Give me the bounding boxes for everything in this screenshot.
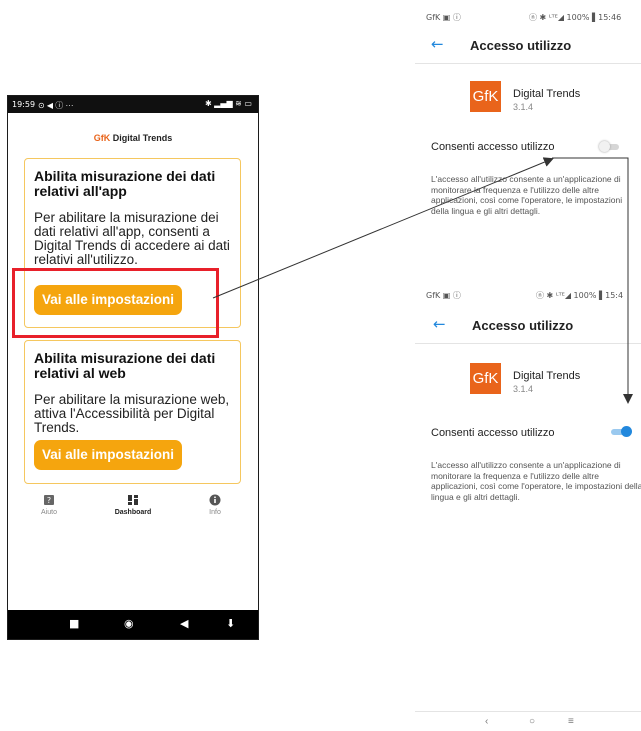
annotation-arrows <box>212 157 633 404</box>
arrow-to-toggle <box>212 157 554 299</box>
arrow-to-enabled-toggle <box>552 157 633 404</box>
